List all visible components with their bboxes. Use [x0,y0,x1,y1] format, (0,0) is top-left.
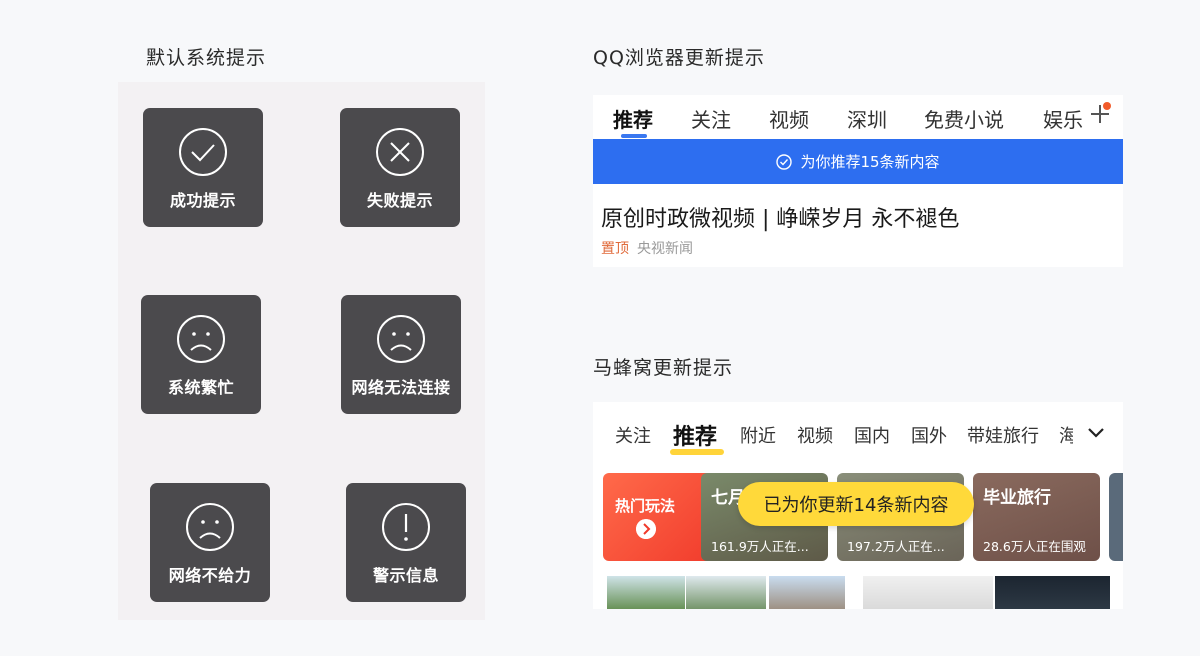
feed-photo[interactable] [607,576,685,609]
tab-recommend[interactable]: 推荐 [673,419,717,451]
toast-success: 成功提示 [143,108,263,227]
tab-follow[interactable]: 关注 [615,422,651,448]
arrow-right-icon [636,519,656,539]
active-tab-indicator [621,134,647,138]
card-graduation-trip[interactable]: 毕业旅行 28.6万人正在围观 [973,473,1100,561]
pinned-badge: 置顶 [601,241,629,257]
tab-follow[interactable]: 关注 [691,104,731,133]
check-circle-icon [179,128,227,176]
tab-nearby[interactable]: 附近 [740,422,776,448]
exclamation-circle-icon [382,503,430,551]
mafengwo-card: 关注 推荐 附近 视频 国内 国外 带娃旅行 海 热门玩法 七月 161.9万人… [593,402,1123,609]
card-title: 毕业旅行 [983,488,1051,508]
qq-browser-card: 推荐 关注 视频 深圳 免费小说 娱乐 为你推荐15条新内容 原创时政微视频 |… [593,95,1123,267]
tab-entertainment[interactable]: 娱乐 [1043,104,1083,133]
feed-photo[interactable] [769,576,845,609]
tab-overflow[interactable]: 海 [1059,422,1073,448]
sad-face-icon [177,315,225,363]
tab-recommend[interactable]: 推荐 [613,104,653,133]
tab-shenzhen[interactable]: 深圳 [847,104,887,133]
feed-photo[interactable] [995,576,1110,609]
section-title-qq: QQ浏览器更新提示 [593,47,765,69]
update-toast: 已为你更新14条新内容 [738,482,974,526]
tab-video[interactable]: 视频 [797,422,833,448]
toast-warning: 警示信息 [346,483,466,602]
x-circle-icon [376,128,424,176]
card-partial[interactable] [1109,473,1123,561]
update-banner: 为你推荐15条新内容 [593,139,1123,184]
toast-no-network: 网络无法连接 [341,295,461,414]
tab-free-novel[interactable]: 免费小说 [924,104,1004,133]
sad-face-icon [186,503,234,551]
card-viewers: 197.2万人正在... [847,539,945,554]
check-circle-icon [776,153,793,170]
qq-tab-bar: 推荐 关注 视频 深圳 免费小说 娱乐 [593,95,1123,139]
toast-busy: 系统繁忙 [141,295,261,414]
update-banner-text: 为你推荐15条新内容 [800,153,940,171]
news-headline[interactable]: 原创时政微视频 | 峥嵘岁月 永不褪色 [601,201,959,233]
feed-photo[interactable] [686,576,766,609]
toast-label: 网络无法连接 [351,378,451,397]
section-title-default: 默认系统提示 [146,47,267,69]
default-toast-panel: 成功提示 失败提示 系统繁忙 网络无法连接 网络不给力 警示信息 [118,82,485,620]
news-source: 央视新闻 [637,241,693,257]
toast-weak-network: 网络不给力 [150,483,270,602]
news-meta: 置顶 央视新闻 [601,238,693,258]
active-tab-indicator [670,449,724,455]
card-title: 热门玩法 [615,497,676,515]
section-title-mafengwo: 马蜂窝更新提示 [593,357,734,379]
toast-label: 成功提示 [169,191,236,210]
toast-failure: 失败提示 [340,108,460,227]
toast-label: 网络不给力 [168,566,252,585]
tab-family-travel[interactable]: 带娃旅行 [967,422,1039,448]
tab-abroad[interactable]: 国外 [911,422,947,448]
toast-label: 失败提示 [366,191,433,210]
notification-dot [1103,102,1111,110]
tab-domestic[interactable]: 国内 [854,422,890,448]
feed-photo[interactable] [863,576,993,609]
sad-face-icon [377,315,425,363]
card-viewers: 161.9万人正在... [711,539,809,554]
toast-label: 警示信息 [372,566,439,585]
tab-video[interactable]: 视频 [769,104,809,133]
toast-label: 系统繁忙 [167,378,234,397]
chevron-down-icon[interactable] [1086,422,1106,442]
card-viewers: 28.6万人正在围观 [983,539,1086,554]
